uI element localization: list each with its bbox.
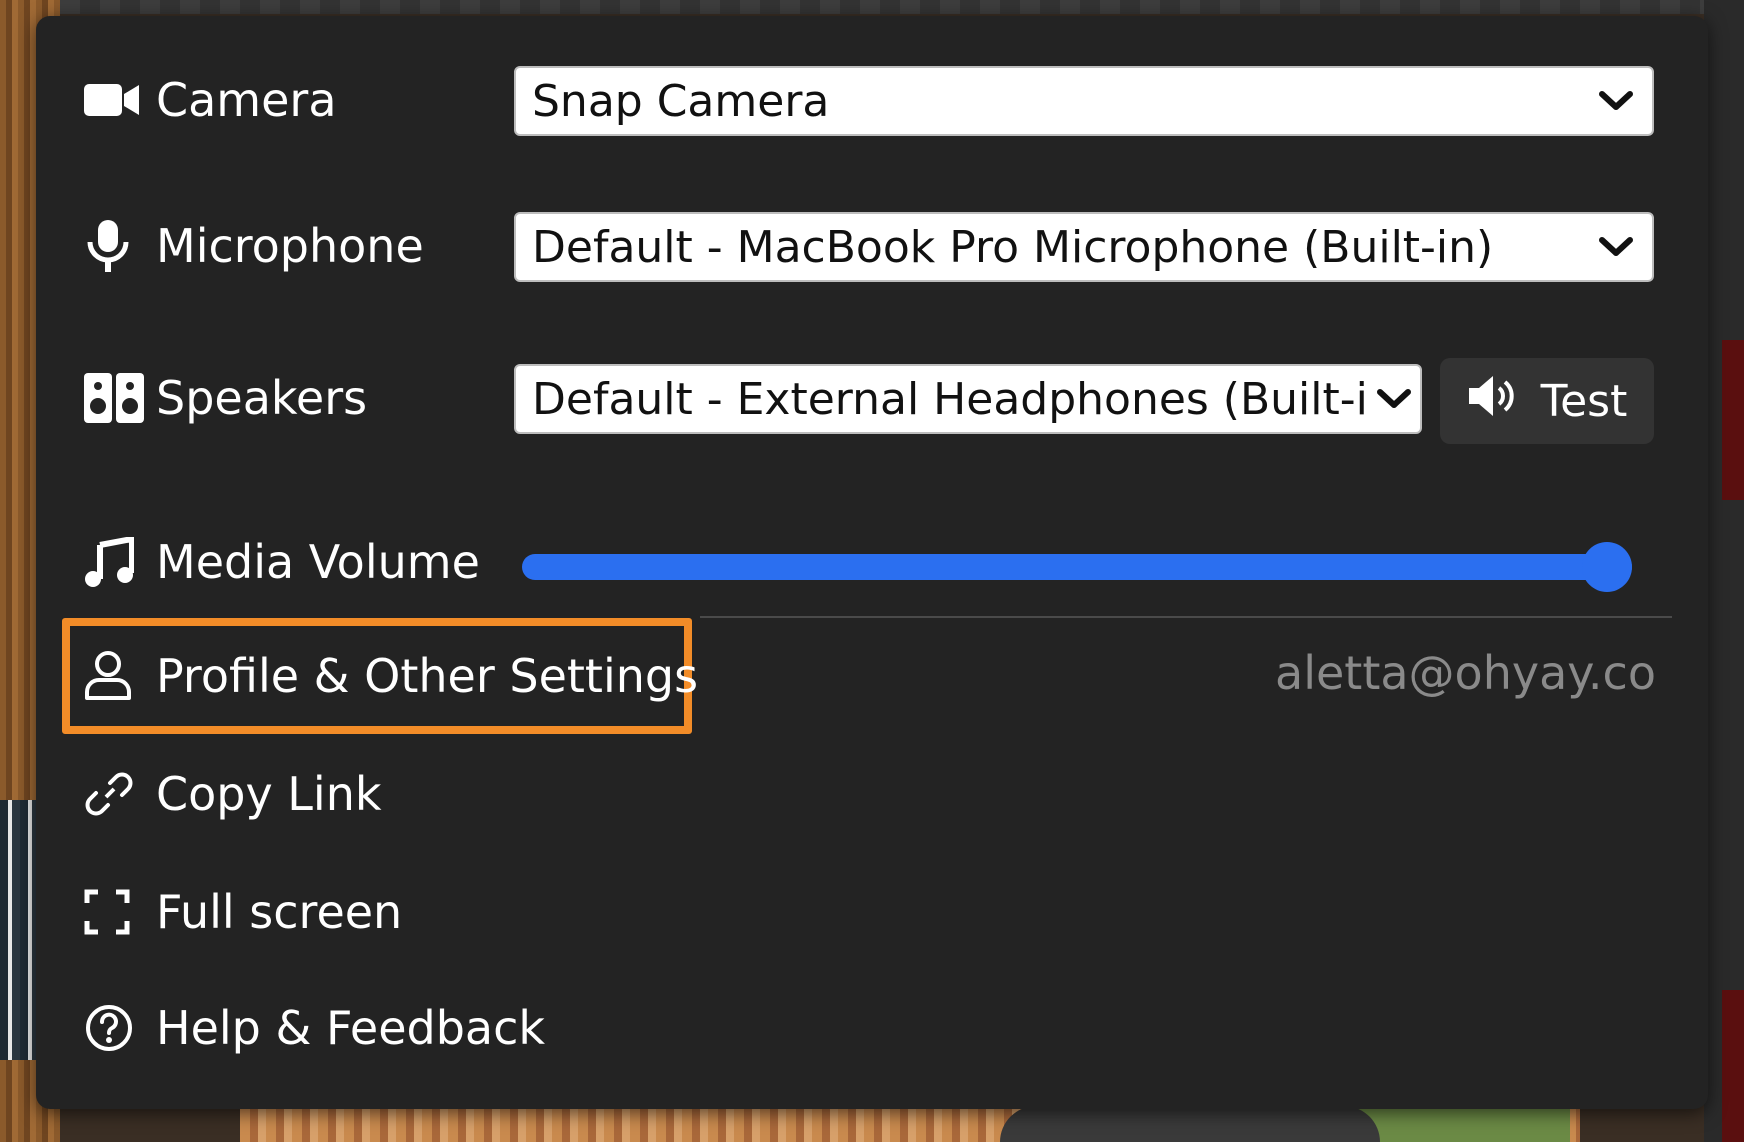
slider-thumb[interactable] (1582, 542, 1632, 592)
speakers-row-label: Speakers (84, 362, 367, 434)
help-feedback-label: Help & Feedback (156, 1001, 546, 1055)
chevron-down-icon (1592, 77, 1640, 125)
microphone-select-value: Default - MacBook Pro Microphone (Built-… (532, 221, 1494, 273)
background-bookshelf (0, 800, 40, 1060)
copy-link-label: Copy Link (156, 767, 382, 821)
chevron-down-icon (1592, 223, 1640, 271)
slider-track (522, 554, 1632, 580)
speakers-label: Speakers (156, 371, 368, 425)
media-volume-slider[interactable] (522, 542, 1632, 592)
microphone-select[interactable]: Default - MacBook Pro Microphone (Built-… (514, 212, 1654, 282)
video-camera-icon (84, 70, 144, 130)
test-button-label: Test (1540, 375, 1628, 427)
background-red-block-1 (1722, 340, 1744, 500)
full-screen-item[interactable]: Full screen (84, 876, 402, 948)
link-icon (84, 764, 144, 824)
speakers-icon (84, 368, 144, 428)
full-screen-label: Full screen (156, 885, 403, 939)
copy-link-item[interactable]: Copy Link (84, 758, 382, 830)
settings-menu: Camera Snap Camera Microphone Default - … (36, 16, 1708, 1109)
background-right-panel (1704, 0, 1744, 1142)
background-avatar-circle (1000, 1106, 1380, 1142)
chevron-down-icon (1370, 375, 1418, 423)
media-volume-label: Media Volume (156, 535, 480, 589)
user-email: aletta@ohyay.co (1275, 646, 1656, 700)
test-speakers-button[interactable]: Test (1440, 358, 1654, 444)
background-top-strip (0, 0, 1744, 14)
user-icon (84, 646, 144, 706)
divider (700, 616, 1672, 618)
speakers-select[interactable]: Default - External Headphones (Built-in) (514, 364, 1422, 434)
help-circle-icon (84, 998, 144, 1058)
camera-select-value: Snap Camera (532, 75, 830, 127)
microphone-label: Microphone (156, 219, 424, 273)
camera-label: Camera (156, 73, 337, 127)
microphone-row-label: Microphone (84, 210, 424, 282)
camera-row-label: Camera (84, 64, 337, 136)
music-note-icon (84, 532, 144, 592)
media-volume-row-label: Media Volume (84, 526, 480, 598)
camera-select[interactable]: Snap Camera (514, 66, 1654, 136)
profile-settings-item[interactable]: Profile & Other Settings (84, 640, 698, 712)
background-red-block-2 (1722, 990, 1744, 1142)
profile-settings-label: Profile & Other Settings (156, 649, 699, 703)
fullscreen-icon (84, 882, 144, 942)
speaker-volume-icon (1467, 374, 1519, 429)
speakers-select-value: Default - External Headphones (Built-in) (532, 373, 1370, 425)
help-feedback-item[interactable]: Help & Feedback (84, 992, 545, 1064)
microphone-icon (84, 216, 144, 276)
